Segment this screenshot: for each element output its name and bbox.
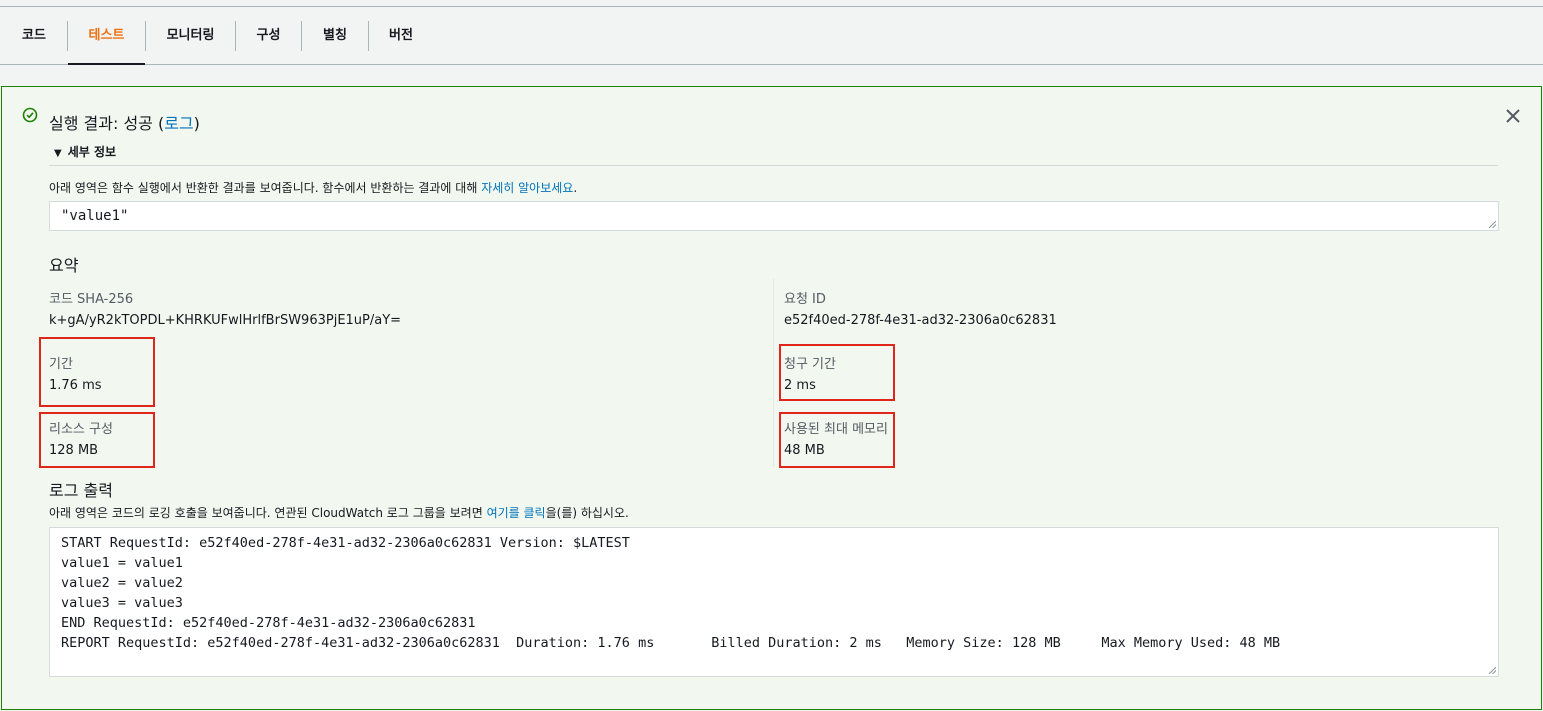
log-description: 아래 영역은 코드의 로깅 호출을 보여줍니다. 연관된 CloudWatch … [49, 506, 629, 520]
log-line: value2 = value2 [61, 575, 183, 591]
log-line: value3 = value3 [61, 595, 183, 611]
request-id-value: e52f40ed-278f-4e31-ad32-2306a0c62831 [784, 313, 1057, 328]
billed-duration-label: 청구 기간 [784, 357, 836, 372]
cloudwatch-link[interactable]: 여기를 클릭 [487, 506, 546, 520]
request-id-label: 요청 ID [784, 292, 826, 307]
code-sha-label: 코드 SHA-256 [49, 292, 134, 307]
max-memory-label: 사용된 최대 메모리 [784, 422, 888, 437]
tab-aliases[interactable]: 별칭 [302, 7, 368, 65]
resize-handle-icon[interactable] [1489, 221, 1496, 228]
summary-heading: 요약 [49, 256, 79, 275]
resize-handle-icon[interactable] [1489, 667, 1496, 674]
result-title: 실행 결과: 성공 (로그) [49, 110, 200, 134]
tab-test[interactable]: 테스트 [68, 7, 145, 65]
tab-monitoring[interactable]: 모니터링 [146, 7, 235, 65]
close-icon[interactable] [1505, 108, 1521, 124]
billed-duration-value: 2 ms [784, 378, 816, 393]
execution-result-panel: 실행 결과: 성공 (로그) ▼ 세부 정보 아래 영역은 함수 실행에서 반환한… [1, 86, 1542, 710]
log-line: REPORT RequestId: e52f40ed-278f-4e31-ad3… [61, 635, 1281, 651]
column-divider [773, 279, 774, 467]
caret-down-icon: ▼ [54, 148, 62, 159]
log-line: START RequestId: e52f40ed-278f-4e31-ad32… [61, 535, 630, 551]
logs-link[interactable]: 로그 [164, 114, 193, 133]
resources-value: 128 MB [49, 443, 99, 458]
code-sha-value: k+gA/yR2kTOPDL+KHRKUFwlHrlfBrSW963PjE1uP… [49, 313, 402, 328]
success-check-icon [22, 107, 38, 123]
result-title-text: 실행 결과: 성공 ( [49, 114, 165, 133]
log-output-heading: 로그 출력 [49, 481, 113, 500]
details-toggle-label: 세부 정보 [67, 145, 117, 159]
details-toggle[interactable]: ▼ 세부 정보 [54, 143, 116, 160]
duration-label: 기간 [49, 357, 73, 372]
log-line: END RequestId: e52f40ed-278f-4e31-ad32-2… [61, 615, 476, 631]
max-memory-value: 48 MB [784, 443, 825, 458]
log-line: value1 = value1 [61, 555, 183, 571]
result-title-suffix: ) [193, 114, 200, 133]
tab-bar: 코드 테스트 모니터링 구성 별칭 버전 [0, 6, 1543, 65]
learn-more-link[interactable]: 자세히 알아보세요 [481, 181, 573, 195]
return-value: "value1" [61, 208, 129, 224]
divider [49, 165, 1498, 166]
log-output-box[interactable]: START RequestId: e52f40ed-278f-4e31-ad32… [49, 527, 1499, 677]
duration-highlight [39, 337, 155, 407]
tab-versions[interactable]: 버전 [369, 7, 433, 65]
resources-label: 리소스 구성 [49, 422, 113, 437]
return-value-box[interactable]: "value1" [49, 201, 1499, 231]
result-description: 아래 영역은 함수 실행에서 반환한 결과를 보여줍니다. 함수에서 반환하는 … [49, 181, 578, 195]
tab-code[interactable]: 코드 [10, 7, 58, 65]
duration-value: 1.76 ms [49, 378, 102, 393]
tab-configuration[interactable]: 구성 [236, 7, 301, 65]
